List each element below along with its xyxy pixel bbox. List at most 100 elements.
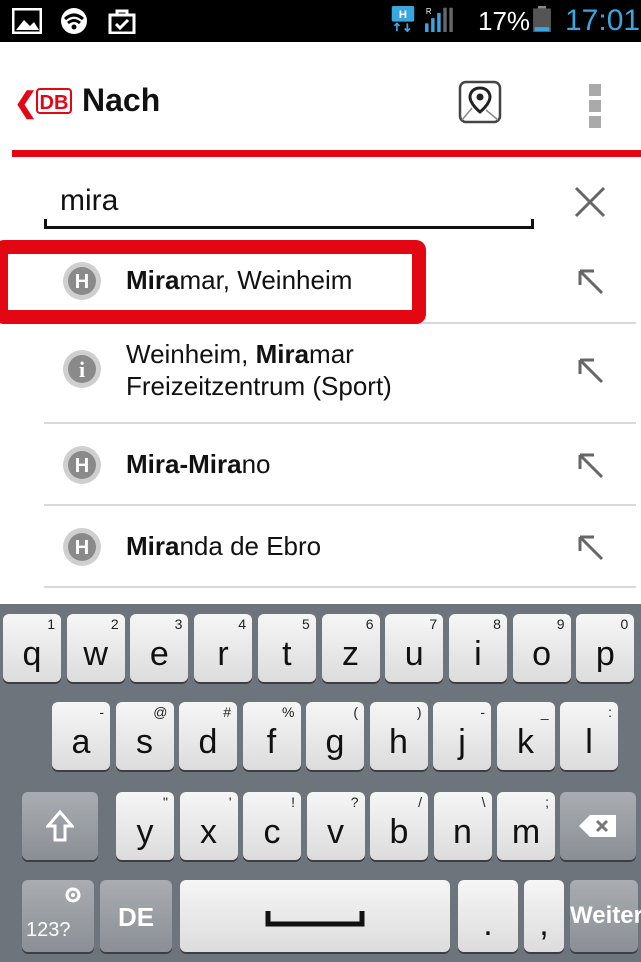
key-x-label: x xyxy=(200,813,217,851)
key-c[interactable]: c! xyxy=(243,792,301,860)
key-q[interactable]: q1 xyxy=(3,614,61,682)
key-r-label: r xyxy=(217,635,229,673)
key-p[interactable]: p0 xyxy=(576,614,635,682)
signal-strength-icon: R xyxy=(425,7,453,32)
key-l[interactable]: l: xyxy=(560,702,618,770)
language-key[interactable]: DE xyxy=(100,880,172,952)
key-o[interactable]: o9 xyxy=(512,614,571,682)
key-u-label: u xyxy=(404,635,424,673)
key-x[interactable]: x ' xyxy=(179,792,238,860)
key-m-alt-label: ; xyxy=(545,794,549,810)
key-z-alt-label: 6 xyxy=(365,616,374,632)
key-h[interactable]: h) xyxy=(369,702,428,770)
key-h-label: h xyxy=(389,723,408,761)
app-bar: ❮ DB Nach xyxy=(0,42,641,152)
status-bar: H R 17% 17:01 xyxy=(0,0,641,42)
key-e-label: e xyxy=(149,635,169,673)
key-c-alt-label: ! xyxy=(291,794,295,810)
highlight-annotation xyxy=(0,240,426,324)
settings-gear-icon xyxy=(65,887,81,903)
key-k[interactable]: k _ xyxy=(496,702,555,770)
key-m[interactable]: m; xyxy=(497,792,555,860)
key-c-label: c xyxy=(263,813,281,851)
suggestion-label: Miranda de Ebro xyxy=(126,531,322,561)
key-j-label: j xyxy=(458,723,466,761)
fill-in-arrow-icon[interactable] xyxy=(574,449,606,481)
key-i[interactable]: i8 xyxy=(448,614,507,682)
backspace-key[interactable] xyxy=(560,792,636,860)
key-j[interactable]: j- xyxy=(433,702,491,770)
clear-search-icon[interactable] xyxy=(572,184,608,220)
key-w[interactable]: w2 xyxy=(66,614,125,682)
enter-next-key[interactable]: Weiter xyxy=(570,880,641,952)
map-location-button[interactable] xyxy=(458,80,502,124)
suggestion-item[interactable]: i Weinheim, Miramar Freizeitzentrum (Spor… xyxy=(0,324,641,414)
key-d-alt-label: # xyxy=(223,704,231,720)
key-z[interactable]: z6 xyxy=(321,614,380,682)
symbols-key-label: 123? xyxy=(26,919,71,941)
info-icon: i xyxy=(63,350,101,388)
key-s[interactable]: s @ xyxy=(115,702,174,770)
key-a-alt-label: - xyxy=(99,704,104,720)
key-a-label: a xyxy=(71,723,91,761)
period-key[interactable]: . xyxy=(458,880,518,952)
key-k-label: k xyxy=(517,723,534,761)
key-l-alt-label: : xyxy=(608,704,612,720)
back-chevron-icon[interactable]: ❮ xyxy=(14,86,37,119)
key-i-alt-label: 8 xyxy=(493,616,501,632)
key-t-alt-label: 5 xyxy=(302,616,310,632)
key-j-alt-label: - xyxy=(480,704,485,720)
key-h-alt-label: ) xyxy=(416,704,422,720)
suggestion-item[interactable]: H Miranda de Ebro xyxy=(0,506,641,588)
key-y-alt-label: " xyxy=(163,794,168,810)
backspace-icon xyxy=(579,815,616,837)
key-b-alt-label: / xyxy=(418,794,422,810)
suggestion-label: Mira-Mirano xyxy=(126,449,271,479)
destination-search-input[interactable] xyxy=(42,170,534,232)
suggestion-item[interactable]: H Mira-Mirano xyxy=(0,424,641,506)
key-r[interactable]: r4 xyxy=(194,614,253,682)
page-title: Nach xyxy=(82,82,161,118)
key-t[interactable]: t5 xyxy=(257,614,316,682)
key-e[interactable]: e3 xyxy=(130,614,189,682)
key-g-alt-label: ( xyxy=(353,704,358,720)
key-b-label: b xyxy=(389,813,409,851)
key-g[interactable]: g( xyxy=(306,702,364,770)
fill-in-arrow-icon[interactable] xyxy=(574,531,606,563)
key-v-label: v xyxy=(327,813,344,851)
overflow-menu-icon[interactable] xyxy=(585,82,605,130)
shift-key[interactable] xyxy=(22,792,98,860)
key-b[interactable]: b / xyxy=(370,792,428,860)
comma-key-label: , xyxy=(539,905,549,943)
key-y[interactable]: y " xyxy=(116,792,174,860)
key-a[interactable]: a- xyxy=(52,702,110,770)
key-d[interactable]: d # xyxy=(179,702,237,770)
key-s-alt-label: @ xyxy=(153,704,168,720)
enter-next-key-label: Weiter xyxy=(570,902,641,929)
key-k-alt-label: _ xyxy=(540,704,549,720)
key-s-label: s xyxy=(136,723,153,761)
key-n-alt-label: \ xyxy=(481,794,486,810)
comma-key[interactable]: , xyxy=(524,880,564,952)
key-w-alt-label: 2 xyxy=(110,616,119,632)
fill-in-arrow-icon[interactable] xyxy=(574,265,606,297)
key-v-alt-label: ? xyxy=(350,794,359,810)
space-key[interactable] xyxy=(180,880,450,952)
symbols-key[interactable]: 123? xyxy=(22,880,94,952)
key-n[interactable]: n \ xyxy=(433,792,492,860)
db-logo[interactable]: DB xyxy=(36,88,72,114)
svg-text:i: i xyxy=(79,357,85,382)
key-q-label: q xyxy=(22,635,42,673)
picture-icon xyxy=(12,8,42,34)
svg-text:H: H xyxy=(75,455,89,477)
fill-in-arrow-icon[interactable] xyxy=(574,354,606,386)
shift-arrow-icon xyxy=(46,810,74,842)
key-q-alt-label: 1 xyxy=(47,616,55,632)
key-e-alt-label: 3 xyxy=(174,616,183,632)
key-r-alt-label: 4 xyxy=(238,616,247,632)
key-f[interactable]: f% xyxy=(242,702,301,770)
key-u[interactable]: u7 xyxy=(385,614,444,682)
data-transfer-icon: H xyxy=(391,6,415,32)
key-i-label: i xyxy=(474,635,482,673)
key-v[interactable]: v? xyxy=(306,792,365,860)
